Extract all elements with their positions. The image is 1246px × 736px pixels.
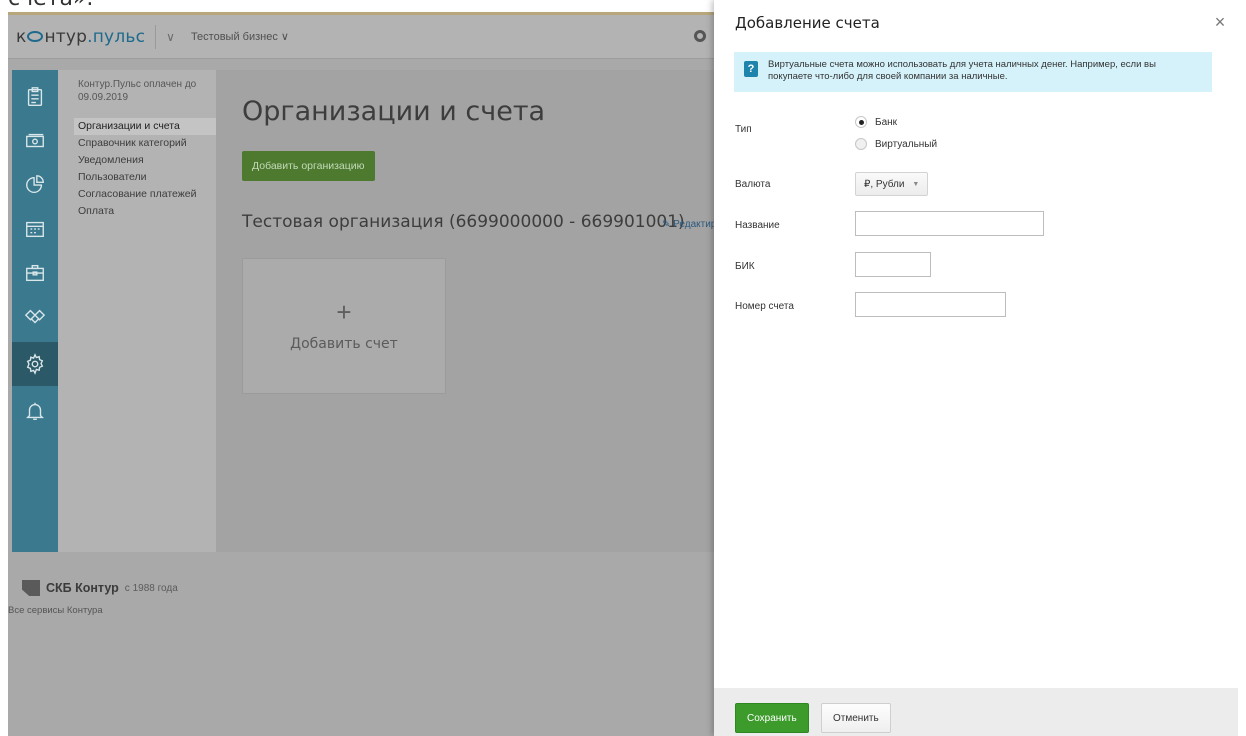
footer-brand[interactable]: СКБ Контур с 1988 года bbox=[22, 580, 178, 596]
panel-footer: Сохранить Отменить bbox=[714, 688, 1238, 736]
dropdown-caret-icon: ▼ bbox=[912, 180, 920, 188]
paid-until-note: Контур.Пульс оплачен до 09.09.2019 bbox=[78, 79, 197, 103]
bik-label: БИК bbox=[735, 261, 755, 272]
icon-rail bbox=[12, 70, 58, 552]
submenu-item-billing[interactable]: Оплата bbox=[74, 203, 218, 220]
add-account-label: Добавить счет bbox=[290, 336, 398, 352]
save-button[interactable]: Сохранить bbox=[735, 703, 809, 733]
type-label: Тип bbox=[735, 124, 752, 135]
footer-brand-name: СКБ Контур bbox=[46, 581, 119, 595]
chart-icon[interactable] bbox=[18, 168, 52, 202]
screen: счета». к нтур .пульс ∨ Тестовый бизнес … bbox=[0, 0, 1246, 736]
money-icon[interactable] bbox=[18, 124, 52, 158]
type-radio-bank[interactable]: Банк bbox=[855, 116, 897, 128]
background-app: к нтур .пульс ∨ Тестовый бизнес ∨ Контур… bbox=[8, 12, 714, 736]
currency-value: ₽, Рубли bbox=[864, 178, 905, 190]
cropped-heading-text: счета». bbox=[8, 0, 93, 11]
account-number-label: Номер счета bbox=[735, 301, 794, 312]
footer-since: с 1988 года bbox=[124, 582, 178, 594]
name-label: Название bbox=[735, 220, 780, 231]
clipboard-icon[interactable] bbox=[18, 80, 52, 114]
submenu-item-payment-approval[interactable]: Согласование платежей bbox=[74, 186, 218, 203]
plus-icon: + bbox=[336, 297, 352, 327]
name-input[interactable] bbox=[855, 211, 1044, 236]
submenu-item-organizations[interactable]: Организации и счета bbox=[74, 118, 218, 135]
header-settings-icon[interactable] bbox=[694, 30, 706, 42]
logo-middle: нтур bbox=[44, 26, 88, 47]
settings-submenu: Контур.Пульс оплачен до 09.09.2019 Орган… bbox=[74, 78, 218, 220]
business-selector[interactable]: Тестовый бизнес ∨ bbox=[191, 30, 289, 43]
submenu-item-categories[interactable]: Справочник категорий bbox=[74, 135, 218, 152]
edit-organization-link[interactable]: ✎ Редактир bbox=[662, 219, 714, 230]
organization-title: Тестовая организация (6699000000 - 66990… bbox=[242, 212, 685, 232]
settings-icon[interactable] bbox=[12, 342, 58, 386]
bik-input[interactable] bbox=[855, 252, 931, 277]
info-banner: ? Виртуальные счета можно использовать д… bbox=[734, 52, 1212, 92]
currency-select[interactable]: ₽, Рубли ▼ bbox=[855, 172, 929, 196]
type-option-virtual: Виртуальный bbox=[875, 138, 938, 150]
page-title: Организации и счета bbox=[242, 96, 546, 127]
radio-unchecked-icon bbox=[855, 138, 867, 150]
logo-prefix: к bbox=[16, 26, 27, 47]
main-content: Организации и счета Добавить организацию… bbox=[216, 70, 714, 552]
skb-kontur-logo-icon bbox=[22, 580, 40, 596]
type-option-bank: Банк bbox=[875, 116, 898, 128]
bell-icon[interactable] bbox=[18, 394, 52, 428]
type-radio-virtual[interactable]: Виртуальный bbox=[855, 138, 937, 150]
scrollbar-track bbox=[1238, 0, 1246, 736]
account-number-input[interactable] bbox=[855, 292, 1006, 317]
submenu-item-notifications[interactable]: Уведомления bbox=[74, 152, 218, 169]
add-account-panel: Добавление счета × ? Виртуальные счета м… bbox=[714, 0, 1238, 736]
currency-label: Валюта bbox=[735, 179, 771, 190]
cancel-button[interactable]: Отменить bbox=[821, 703, 891, 733]
submenu-item-users[interactable]: Пользователи bbox=[74, 169, 218, 186]
logo-ring-icon bbox=[27, 31, 44, 42]
calendar-icon[interactable] bbox=[18, 212, 52, 246]
product-switcher-chevron-icon[interactable]: ∨ bbox=[155, 24, 175, 49]
handshake-icon[interactable] bbox=[18, 300, 52, 334]
info-text: Виртуальные счета можно использовать для… bbox=[768, 59, 1156, 82]
add-account-card[interactable]: + Добавить счет bbox=[242, 258, 446, 394]
logo-accent: .пульс bbox=[87, 26, 146, 47]
radio-checked-icon bbox=[855, 116, 867, 128]
kontur-pulse-logo[interactable]: к нтур .пульс bbox=[16, 27, 145, 47]
panel-title: Добавление счета bbox=[735, 14, 880, 32]
add-organization-button[interactable]: Добавить организацию bbox=[242, 151, 375, 181]
briefcase-icon[interactable] bbox=[18, 256, 52, 290]
close-icon[interactable]: × bbox=[1210, 12, 1230, 32]
question-icon: ? bbox=[744, 61, 758, 77]
app-header: к нтур .пульс ∨ Тестовый бизнес ∨ bbox=[8, 15, 714, 59]
all-services-link[interactable]: Все сервисы Контура bbox=[8, 605, 103, 616]
